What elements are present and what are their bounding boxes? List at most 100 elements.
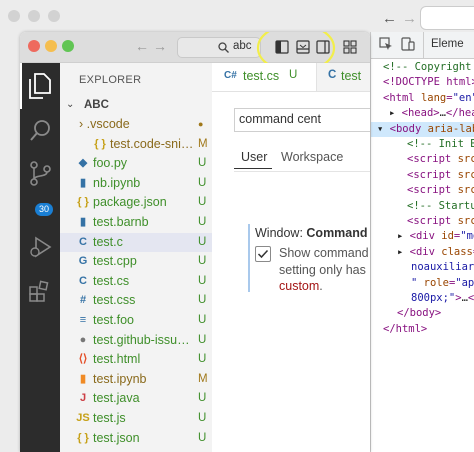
explorer-sidebar: EXPLORER ⌄ ABC › .vscode ● { } test.code-sn… — [60, 63, 212, 452]
dom-node-line[interactable]: <!-- Init Bo — [407, 137, 474, 152]
file-tree-item[interactable]: ⟨⟩ test.html U — [60, 350, 212, 369]
toggle-secondary-sidebar-icon[interactable] — [316, 40, 330, 54]
settings-search-input[interactable]: command cent — [234, 108, 370, 132]
checkmark-icon — [257, 249, 269, 259]
dom-node-line[interactable]: <html lang="en" — [383, 91, 474, 106]
source-control-badge: 30 — [35, 203, 53, 216]
dom-node-line[interactable]: <script src= — [407, 152, 474, 167]
tab-test-cs[interactable]: C# test.cs U — [212, 63, 317, 91]
dom-node-line[interactable]: " role="app — [411, 276, 474, 291]
file-tree-item[interactable]: ▮ test.ipynb M — [60, 370, 212, 389]
address-bar[interactable] — [420, 6, 474, 30]
extensions-icon[interactable] — [28, 279, 52, 303]
file-name: test.cs — [93, 273, 130, 288]
tab-workspace[interactable]: Workspace — [281, 150, 343, 164]
file-type-icon: # — [79, 294, 87, 307]
git-status: U — [198, 294, 207, 307]
command-center[interactable]: abc — [177, 37, 261, 58]
git-status: ● — [198, 119, 204, 129]
git-status: U — [198, 255, 207, 268]
file-name: test.foo — [93, 313, 134, 327]
file-name: test.code-sni… — [110, 136, 194, 151]
minimize-dot[interactable] — [28, 10, 40, 22]
file-tree-item[interactable]: { } package.json U — [60, 193, 212, 212]
file-tree-item[interactable]: Ctest.cs U — [60, 272, 212, 291]
close-button[interactable] — [28, 40, 40, 52]
dom-node-line[interactable]: 800px;">…</ — [411, 291, 474, 306]
file-type-icon: ● — [79, 333, 87, 346]
customize-layout-icon[interactable] — [343, 40, 357, 54]
folder-header[interactable]: ⌄ ABC — [60, 96, 212, 114]
dom-node-line[interactable]: <script src= — [407, 214, 474, 229]
git-status: U — [198, 412, 207, 424]
file-type-icon: JS — [76, 412, 90, 424]
file-name: test.html — [93, 352, 141, 367]
editor-area: C# test.cs U C test command cent User Wo… — [212, 63, 370, 452]
dom-node-line[interactable]: <script src= — [407, 183, 474, 198]
search-icon[interactable] — [29, 119, 53, 143]
toggle-panel-icon[interactable] — [296, 40, 310, 54]
file-name: test.js — [93, 411, 126, 425]
dom-node-line[interactable]: <!DOCTYPE html> — [383, 75, 474, 90]
file-tree-item[interactable]: ▮ nb.ipynb U — [60, 174, 212, 193]
dom-node-line[interactable]: <!-- Startup — [407, 199, 474, 214]
tab-user[interactable]: User — [241, 150, 267, 164]
file-tree-item[interactable]: ◆ foo.py U — [60, 154, 212, 173]
file-tree-item[interactable]: Gtest.cpp U — [60, 252, 212, 271]
explorer-icon[interactable] — [28, 73, 52, 99]
git-status: U — [198, 216, 207, 228]
dom-node-line[interactable]: ▸ <head>…</head> — [389, 106, 474, 121]
file-tree-item[interactable]: › .vscode ● — [60, 115, 212, 134]
setting-checkbox[interactable] — [255, 246, 271, 262]
devtools-panel: Eleme <!-- Copyright <!DOCTYPE html> <html… — [370, 32, 474, 452]
dom-node-line[interactable]: </body> — [397, 306, 441, 321]
back-arrow-icon[interactable]: ← — [382, 10, 397, 27]
run-debug-icon[interactable] — [28, 235, 54, 259]
dom-node-line[interactable]: <script src= — [407, 168, 474, 183]
file-name: test.css — [93, 293, 136, 308]
forward-arrow-icon[interactable]: → — [153, 38, 167, 54]
file-tree-item[interactable]: JS test.js U — [60, 409, 212, 428]
tab-test-c[interactable]: C test — [316, 63, 370, 91]
file-tree-item[interactable]: Ctest.c U — [60, 232, 212, 252]
active-indicator — [20, 63, 22, 109]
file-type-icon: { } — [77, 431, 89, 444]
git-status: U — [198, 157, 207, 170]
custom-link[interactable]: custom — [279, 279, 319, 293]
git-status: M — [198, 372, 208, 385]
file-tree-item[interactable]: # test.css U — [60, 291, 212, 310]
file-type-icon: ≡ — [79, 314, 87, 326]
file-tree-item[interactable]: ≡ test.foo U — [60, 311, 212, 330]
dom-node-line[interactable]: ▸ <div id="mon — [397, 229, 474, 244]
source-control-icon[interactable] — [29, 161, 53, 187]
file-type-icon: C — [79, 235, 87, 248]
file-name: test.c — [93, 234, 123, 249]
tab-label: test.cs — [243, 69, 280, 83]
forward-arrow-icon[interactable]: → — [402, 10, 417, 27]
dom-node-line[interactable]: ▸ <div class=" — [397, 245, 474, 260]
dom-node-line[interactable]: ▾ <body aria-lab — [371, 121, 474, 137]
inspect-element-icon[interactable] — [379, 37, 393, 51]
csharp-file-icon: C# — [224, 70, 237, 81]
file-tree-item[interactable]: ● test.github-issu… U — [60, 331, 212, 350]
dom-node-line[interactable]: <!-- Copyright — [383, 60, 472, 75]
back-arrow-icon[interactable]: ← — [135, 38, 149, 54]
minimize-button[interactable] — [45, 40, 57, 52]
git-status: U — [198, 392, 207, 405]
zoom-button[interactable] — [62, 40, 74, 52]
file-tree-item[interactable]: ▮ test.barnb U — [60, 213, 212, 232]
file-type-icon: G — [78, 255, 88, 268]
dom-node-line[interactable]: </html> — [383, 322, 427, 337]
git-status: U — [198, 431, 207, 444]
device-toolbar-icon[interactable] — [401, 37, 415, 51]
git-status: U — [198, 333, 207, 346]
close-dot[interactable] — [8, 10, 20, 22]
file-tree-item[interactable]: Jtest.java U — [60, 389, 212, 408]
zoom-dot[interactable] — [48, 10, 60, 22]
dom-node-line[interactable]: noauxiliaryb — [411, 260, 474, 275]
file-tree-item[interactable]: { } test.code-sni… M — [60, 135, 212, 154]
git-status: U — [198, 196, 207, 209]
elements-tab[interactable]: Eleme — [431, 38, 464, 50]
file-tree-item[interactable]: { } test.json U — [60, 429, 212, 448]
toggle-primary-sidebar-icon[interactable] — [275, 40, 289, 54]
